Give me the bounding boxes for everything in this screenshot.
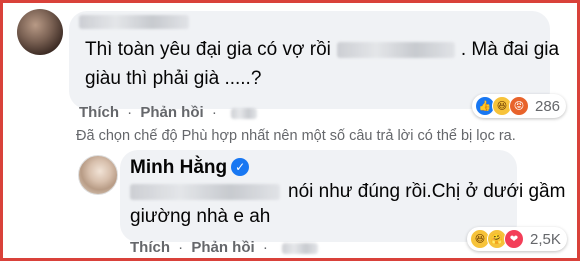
author-name[interactable]: Minh Hằng: [130, 157, 227, 178]
reply-text: nói như đúng rồi.Chị ở dưới gầm: [288, 181, 566, 202]
blurred-timestamp[interactable]: [231, 107, 258, 119]
reaction-count: 286: [535, 97, 561, 115]
reply-text-line: giường nhà e ah: [130, 206, 271, 227]
reply-author[interactable]: Minh Hằng ✓: [130, 157, 250, 179]
reply-text-line: nói như đúng rồi.Chị ở dưới gầm: [130, 181, 565, 203]
separator: ·: [262, 239, 268, 256]
love-icon: ❤: [504, 229, 524, 249]
blurred-mention: [130, 183, 280, 200]
comment-text-line: Thì toàn yêu đại gia có vợ rồi . Mà đai g…: [85, 39, 559, 61]
reaction-summary[interactable]: 😆 🤗 ❤ 2,5K: [467, 227, 567, 251]
reply-actions: Thích · Phản hồi ·: [130, 239, 319, 256]
blurred-timestamp[interactable]: [282, 242, 319, 254]
highlight-frame: Thì toàn yêu đại gia có vợ rồi . Mà đai g…: [0, 0, 580, 261]
commenter-avatar[interactable]: [17, 9, 63, 55]
comment-actions: Thích · Phản hồi ·: [79, 104, 258, 121]
like-link[interactable]: Thích: [130, 239, 170, 256]
reaction-count: 2,5K: [530, 230, 561, 248]
like-link[interactable]: Thích: [79, 104, 119, 121]
comment-text: . Mà đai gia: [460, 39, 560, 60]
comment-text: Thì toàn yêu đại gia có vợ rồi: [85, 39, 331, 60]
comment-text-line: giàu thì phải già .....?: [85, 68, 262, 89]
reply-link[interactable]: Phản hồi: [191, 239, 254, 256]
filter-notice: Đã chọn chế độ Phù hợp nhất nên một số c…: [76, 128, 516, 144]
verified-badge-icon: ✓: [231, 158, 250, 176]
angry-icon: 😡: [509, 96, 529, 116]
blurred-commenter-name[interactable]: [79, 15, 189, 29]
reaction-summary[interactable]: 👍 😆 😡 286: [472, 94, 567, 118]
separator: ·: [178, 239, 184, 256]
separator: ·: [127, 104, 133, 121]
blurred-text: [336, 41, 455, 58]
reply-link[interactable]: Phản hồi: [140, 104, 203, 121]
separator: ·: [211, 104, 217, 121]
reply-author-avatar[interactable]: [78, 155, 118, 195]
